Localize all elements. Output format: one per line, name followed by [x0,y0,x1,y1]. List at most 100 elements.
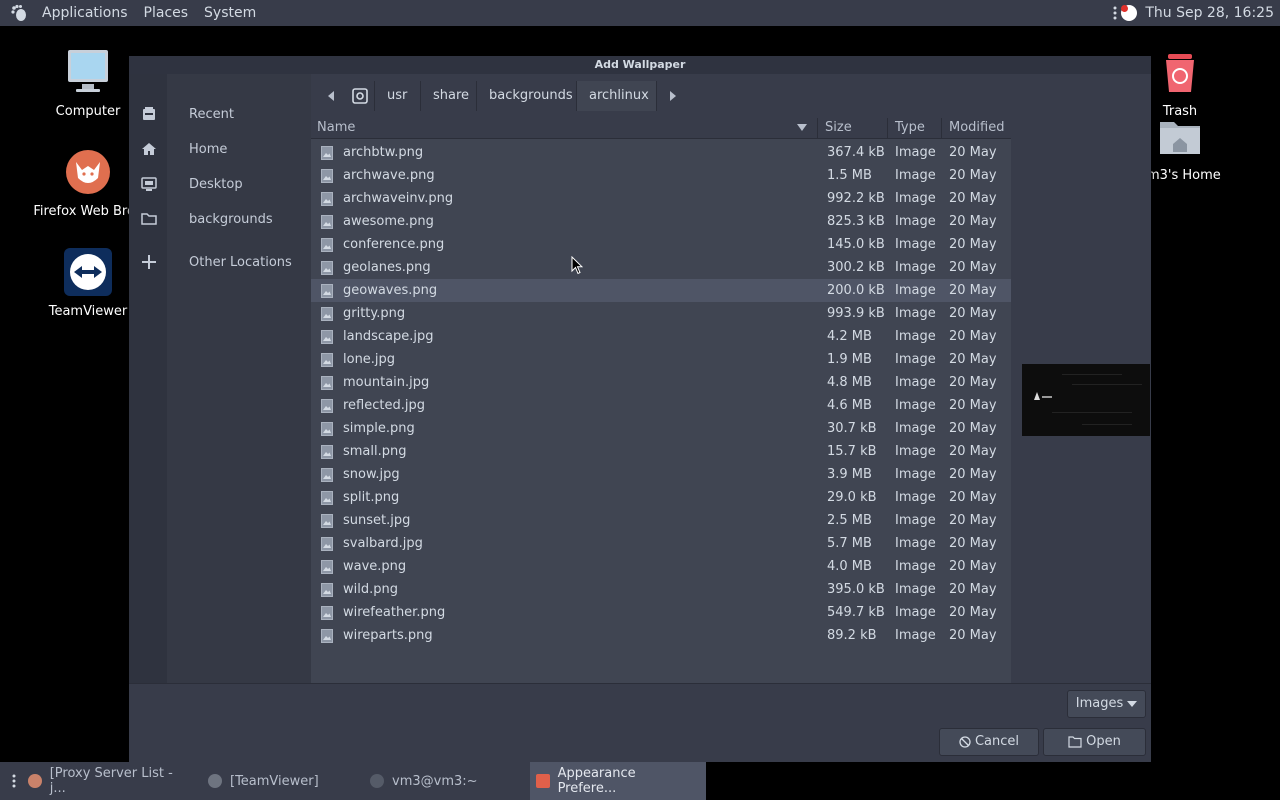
sidebar-item-backgrounds[interactable]: backgrounds [129,204,311,234]
gnome-foot-icon[interactable] [10,4,28,22]
file-name: wirefeather.png [343,605,446,620]
column-header-type[interactable]: Type [887,118,941,138]
file-size: 30.7 kB [827,421,877,436]
image-file-icon [321,560,333,574]
file-modified: 20 May [949,283,997,298]
path-crumb-share[interactable]: share [421,81,477,111]
applications-menu[interactable]: Applications [34,5,136,21]
cancel-button[interactable]: Cancel [939,728,1039,756]
table-row[interactable]: svalbard.jpg 5.7 MB Image 20 May [311,532,1011,555]
file-size: 5.7 MB [827,536,872,551]
table-row[interactable]: geowaves.png 200.0 kB Image 20 May [311,279,1011,302]
table-row[interactable]: split.png 29.0 kB Image 20 May [311,486,1011,509]
sidebar-item-other-locations[interactable]: Other Locations [129,247,311,277]
file-list: Name Size Type Modified archbtw.png 367.4… [311,118,1011,683]
table-row[interactable]: landscape.jpg 4.2 MB Image 20 May [311,325,1011,348]
add-wallpaper-dialog: Add Wallpaper Recent Home Desktop backgr [129,56,1151,762]
system-menu[interactable]: System [196,5,264,21]
taskbar-item[interactable]: Appearance Prefere... [530,762,706,800]
taskbar-item-label: [Proxy Server List - j... [49,766,173,796]
table-row[interactable]: lone.jpg 1.9 MB Image 20 May [311,348,1011,371]
places-sidebar: Recent Home Desktop backgrounds Other Lo… [129,74,311,683]
file-modified: 20 May [949,398,997,413]
table-row[interactable]: simple.png 30.7 kB Image 20 May [311,417,1011,440]
table-row[interactable]: snow.jpg 3.9 MB Image 20 May [311,463,1011,486]
dialog-title[interactable]: Add Wallpaper [129,56,1151,74]
path-root-button[interactable] [345,81,375,111]
sidebar-item-home[interactable]: Home [129,134,311,164]
file-name: mountain.jpg [343,375,430,390]
table-row[interactable]: archbtw.png 367.4 kB Image 20 May [311,141,1011,164]
file-size: 15.7 kB [827,444,877,459]
table-row[interactable]: wave.png 4.0 MB Image 20 May [311,555,1011,578]
image-file-icon [321,445,333,459]
table-row[interactable]: small.png 15.7 kB Image 20 May [311,440,1011,463]
taskbar-item[interactable]: vm3@vm3:~ [364,762,530,800]
chevron-down-icon [1127,701,1138,707]
file-modified: 20 May [949,628,997,643]
column-header-label: Name [317,120,356,135]
panel-clock[interactable]: Thu Sep 28, 16:25 [1145,5,1280,21]
file-type: Image [895,490,936,505]
drive-icon [351,88,368,104]
table-row[interactable]: conference.png 145.0 kB Image 20 May [311,233,1011,256]
file-modified: 20 May [949,490,997,505]
file-filter-dropdown[interactable]: Images [1067,690,1146,718]
table-row[interactable]: gritty.png 993.9 kB Image 20 May [311,302,1011,325]
folder-icon [141,213,157,225]
places-menu[interactable]: Places [136,5,197,21]
file-modified: 20 May [949,214,997,229]
file-size: 367.4 kB [827,145,885,160]
file-type: Image [895,237,936,252]
table-row[interactable]: wild.png 395.0 kB Image 20 May [311,578,1011,601]
file-size: 145.0 kB [827,237,885,252]
image-file-icon [321,353,333,367]
file-type: Image [895,467,936,482]
file-name: reflected.jpg [343,398,425,413]
column-header-size[interactable]: Size [817,118,887,138]
notification-status-icon[interactable] [1121,5,1138,21]
path-crumb-archlinux[interactable]: archlinux [577,81,657,111]
sidebar-item-recent[interactable]: Recent [129,99,311,129]
file-type: Image [895,306,936,321]
file-size: 3.9 MB [827,467,872,482]
file-size: 4.0 MB [827,559,872,574]
trash-icon [1166,54,1194,92]
file-size: 29.0 kB [827,490,877,505]
file-name: lone.jpg [343,352,396,367]
column-header-modified[interactable]: Modified [941,118,1011,138]
file-modified: 20 May [949,237,997,252]
table-row[interactable]: mountain.jpg 4.8 MB Image 20 May [311,371,1011,394]
file-type: Image [895,559,936,574]
sidebar-item-desktop[interactable]: Desktop [129,169,311,199]
dialog-bottom-bar: Images Cancel Open [129,683,1151,762]
sidebar-icon-rail [129,74,167,683]
path-scroll-left-icon[interactable] [321,86,341,106]
table-row[interactable]: wirefeather.png 549.7 kB Image 20 May [311,601,1011,624]
table-row[interactable]: reflected.jpg 4.6 MB Image 20 May [311,394,1011,417]
path-crumb-usr[interactable]: usr [375,81,421,111]
file-modified: 20 May [949,168,997,183]
file-name: svalbard.jpg [343,536,423,551]
table-row[interactable]: awesome.png 825.3 kB Image 20 May [311,210,1011,233]
file-modified: 20 May [949,536,997,551]
table-row[interactable]: sunset.jpg 2.5 MB Image 20 May [311,509,1011,532]
table-row[interactable]: wireparts.png 89.2 kB Image 20 May [311,624,1011,647]
image-file-icon [321,169,333,183]
file-type: Image [895,352,936,367]
image-file-icon [321,537,333,551]
path-crumb-backgrounds[interactable]: backgrounds [477,81,577,111]
table-row[interactable]: archwaveinv.png 992.2 kB Image 20 May [311,187,1011,210]
taskbar-item[interactable]: [TeamViewer] [202,762,364,800]
image-file-icon [321,606,333,620]
taskbar-item[interactable]: [Proxy Server List - j... [22,762,202,800]
file-size: 200.0 kB [827,283,885,298]
column-header-name[interactable]: Name [311,118,817,138]
table-row[interactable]: geolanes.png 300.2 kB Image 20 May [311,256,1011,279]
table-row[interactable]: archwave.png 1.5 MB Image 20 May [311,164,1011,187]
path-scroll-right-icon[interactable] [663,86,683,106]
file-size: 992.2 kB [827,191,885,206]
open-button[interactable]: Open [1043,728,1146,756]
tray-handle-icon [1113,6,1117,20]
file-modified: 20 May [949,582,997,597]
